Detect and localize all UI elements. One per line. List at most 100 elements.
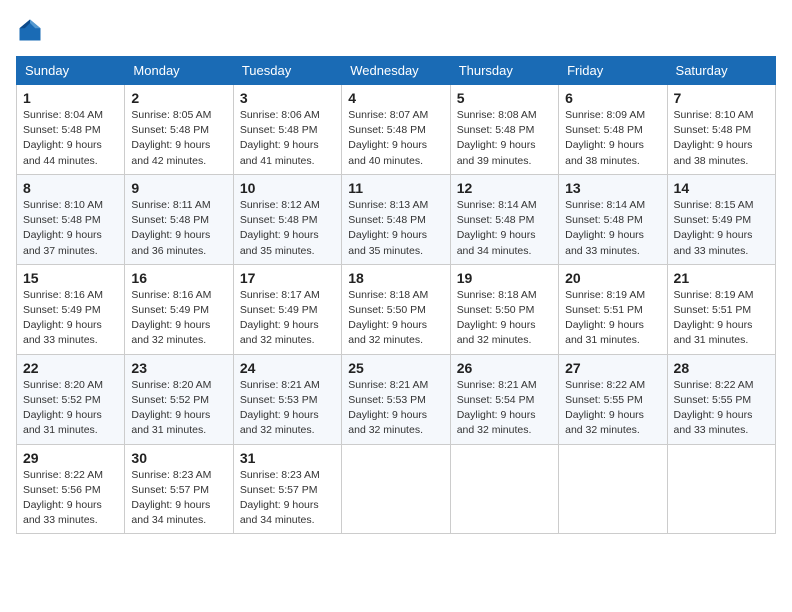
day-number: 21: [674, 270, 769, 286]
day-detail: Sunrise: 8:04 AM Sunset: 5:48 PM Dayligh…: [23, 109, 103, 167]
calendar-day-cell: 21 Sunrise: 8:19 AM Sunset: 5:51 PM Dayl…: [667, 264, 775, 354]
calendar-day-cell: 9 Sunrise: 8:11 AM Sunset: 5:48 PM Dayli…: [125, 174, 233, 264]
day-number: 15: [23, 270, 118, 286]
day-detail: Sunrise: 8:08 AM Sunset: 5:48 PM Dayligh…: [457, 109, 537, 167]
calendar-day-cell: 13 Sunrise: 8:14 AM Sunset: 5:48 PM Dayl…: [559, 174, 667, 264]
day-number: 20: [565, 270, 660, 286]
day-number: 29: [23, 450, 118, 466]
weekday-header-cell: Thursday: [450, 57, 558, 85]
calendar-day-cell: 25 Sunrise: 8:21 AM Sunset: 5:53 PM Dayl…: [342, 354, 450, 444]
day-detail: Sunrise: 8:23 AM Sunset: 5:57 PM Dayligh…: [131, 469, 211, 527]
calendar-day-cell: 23 Sunrise: 8:20 AM Sunset: 5:52 PM Dayl…: [125, 354, 233, 444]
day-number: 4: [348, 90, 443, 106]
weekday-header-cell: Sunday: [17, 57, 125, 85]
day-number: 19: [457, 270, 552, 286]
calendar-day-cell: 22 Sunrise: 8:20 AM Sunset: 5:52 PM Dayl…: [17, 354, 125, 444]
calendar-day-cell: 7 Sunrise: 8:10 AM Sunset: 5:48 PM Dayli…: [667, 85, 775, 175]
day-detail: Sunrise: 8:21 AM Sunset: 5:53 PM Dayligh…: [348, 379, 428, 437]
day-detail: Sunrise: 8:20 AM Sunset: 5:52 PM Dayligh…: [131, 379, 211, 437]
day-number: 26: [457, 360, 552, 376]
calendar-day-cell: 30 Sunrise: 8:23 AM Sunset: 5:57 PM Dayl…: [125, 444, 233, 534]
weekday-header-cell: Saturday: [667, 57, 775, 85]
day-number: 11: [348, 180, 443, 196]
day-detail: Sunrise: 8:18 AM Sunset: 5:50 PM Dayligh…: [348, 289, 428, 347]
day-detail: Sunrise: 8:19 AM Sunset: 5:51 PM Dayligh…: [674, 289, 754, 347]
day-detail: Sunrise: 8:12 AM Sunset: 5:48 PM Dayligh…: [240, 199, 320, 257]
day-number: 10: [240, 180, 335, 196]
day-number: 8: [23, 180, 118, 196]
calendar-day-cell: 5 Sunrise: 8:08 AM Sunset: 5:48 PM Dayli…: [450, 85, 558, 175]
calendar-day-cell: 4 Sunrise: 8:07 AM Sunset: 5:48 PM Dayli…: [342, 85, 450, 175]
day-detail: Sunrise: 8:11 AM Sunset: 5:48 PM Dayligh…: [131, 199, 210, 257]
weekday-header-cell: Tuesday: [233, 57, 341, 85]
day-detail: Sunrise: 8:09 AM Sunset: 5:48 PM Dayligh…: [565, 109, 645, 167]
day-detail: Sunrise: 8:14 AM Sunset: 5:48 PM Dayligh…: [457, 199, 537, 257]
weekday-header-cell: Wednesday: [342, 57, 450, 85]
day-number: 18: [348, 270, 443, 286]
calendar-week-row: 29 Sunrise: 8:22 AM Sunset: 5:56 PM Dayl…: [17, 444, 776, 534]
calendar-week-row: 15 Sunrise: 8:16 AM Sunset: 5:49 PM Dayl…: [17, 264, 776, 354]
calendar-day-cell: 26 Sunrise: 8:21 AM Sunset: 5:54 PM Dayl…: [450, 354, 558, 444]
calendar-day-cell: 20 Sunrise: 8:19 AM Sunset: 5:51 PM Dayl…: [559, 264, 667, 354]
day-number: 9: [131, 180, 226, 196]
day-detail: Sunrise: 8:13 AM Sunset: 5:48 PM Dayligh…: [348, 199, 428, 257]
calendar-day-cell: 1 Sunrise: 8:04 AM Sunset: 5:48 PM Dayli…: [17, 85, 125, 175]
weekday-header-cell: Monday: [125, 57, 233, 85]
day-detail: Sunrise: 8:16 AM Sunset: 5:49 PM Dayligh…: [131, 289, 211, 347]
calendar-day-cell: 8 Sunrise: 8:10 AM Sunset: 5:48 PM Dayli…: [17, 174, 125, 264]
day-number: 25: [348, 360, 443, 376]
day-number: 16: [131, 270, 226, 286]
day-number: 2: [131, 90, 226, 106]
day-number: 31: [240, 450, 335, 466]
day-number: 17: [240, 270, 335, 286]
day-detail: Sunrise: 8:19 AM Sunset: 5:51 PM Dayligh…: [565, 289, 645, 347]
day-number: 23: [131, 360, 226, 376]
calendar-day-cell: [667, 444, 775, 534]
day-number: 22: [23, 360, 118, 376]
calendar-body: 1 Sunrise: 8:04 AM Sunset: 5:48 PM Dayli…: [17, 85, 776, 534]
calendar-table: SundayMondayTuesdayWednesdayThursdayFrid…: [16, 56, 776, 534]
day-detail: Sunrise: 8:14 AM Sunset: 5:48 PM Dayligh…: [565, 199, 645, 257]
weekday-header-cell: Friday: [559, 57, 667, 85]
day-detail: Sunrise: 8:17 AM Sunset: 5:49 PM Dayligh…: [240, 289, 320, 347]
day-detail: Sunrise: 8:07 AM Sunset: 5:48 PM Dayligh…: [348, 109, 428, 167]
day-number: 1: [23, 90, 118, 106]
calendar-day-cell: 6 Sunrise: 8:09 AM Sunset: 5:48 PM Dayli…: [559, 85, 667, 175]
calendar-week-row: 22 Sunrise: 8:20 AM Sunset: 5:52 PM Dayl…: [17, 354, 776, 444]
day-number: 24: [240, 360, 335, 376]
calendar-day-cell: 15 Sunrise: 8:16 AM Sunset: 5:49 PM Dayl…: [17, 264, 125, 354]
day-number: 13: [565, 180, 660, 196]
day-number: 5: [457, 90, 552, 106]
calendar-day-cell: 10 Sunrise: 8:12 AM Sunset: 5:48 PM Dayl…: [233, 174, 341, 264]
day-detail: Sunrise: 8:10 AM Sunset: 5:48 PM Dayligh…: [674, 109, 754, 167]
calendar-day-cell: 27 Sunrise: 8:22 AM Sunset: 5:55 PM Dayl…: [559, 354, 667, 444]
calendar-day-cell: [559, 444, 667, 534]
day-detail: Sunrise: 8:21 AM Sunset: 5:53 PM Dayligh…: [240, 379, 320, 437]
day-detail: Sunrise: 8:21 AM Sunset: 5:54 PM Dayligh…: [457, 379, 537, 437]
calendar-day-cell: 28 Sunrise: 8:22 AM Sunset: 5:55 PM Dayl…: [667, 354, 775, 444]
calendar-day-cell: [342, 444, 450, 534]
day-number: 6: [565, 90, 660, 106]
day-number: 3: [240, 90, 335, 106]
day-number: 28: [674, 360, 769, 376]
calendar-day-cell: 12 Sunrise: 8:14 AM Sunset: 5:48 PM Dayl…: [450, 174, 558, 264]
day-number: 30: [131, 450, 226, 466]
day-detail: Sunrise: 8:18 AM Sunset: 5:50 PM Dayligh…: [457, 289, 537, 347]
day-detail: Sunrise: 8:22 AM Sunset: 5:55 PM Dayligh…: [674, 379, 754, 437]
day-detail: Sunrise: 8:22 AM Sunset: 5:56 PM Dayligh…: [23, 469, 103, 527]
calendar-day-cell: 19 Sunrise: 8:18 AM Sunset: 5:50 PM Dayl…: [450, 264, 558, 354]
day-number: 14: [674, 180, 769, 196]
day-detail: Sunrise: 8:10 AM Sunset: 5:48 PM Dayligh…: [23, 199, 103, 257]
page-header: [16, 16, 776, 44]
day-detail: Sunrise: 8:22 AM Sunset: 5:55 PM Dayligh…: [565, 379, 645, 437]
calendar-day-cell: 14 Sunrise: 8:15 AM Sunset: 5:49 PM Dayl…: [667, 174, 775, 264]
day-number: 27: [565, 360, 660, 376]
calendar-day-cell: 18 Sunrise: 8:18 AM Sunset: 5:50 PM Dayl…: [342, 264, 450, 354]
calendar-day-cell: 11 Sunrise: 8:13 AM Sunset: 5:48 PM Dayl…: [342, 174, 450, 264]
calendar-day-cell: 3 Sunrise: 8:06 AM Sunset: 5:48 PM Dayli…: [233, 85, 341, 175]
calendar-day-cell: 17 Sunrise: 8:17 AM Sunset: 5:49 PM Dayl…: [233, 264, 341, 354]
calendar-day-cell: 2 Sunrise: 8:05 AM Sunset: 5:48 PM Dayli…: [125, 85, 233, 175]
day-detail: Sunrise: 8:15 AM Sunset: 5:49 PM Dayligh…: [674, 199, 754, 257]
calendar-day-cell: 31 Sunrise: 8:23 AM Sunset: 5:57 PM Dayl…: [233, 444, 341, 534]
calendar-week-row: 1 Sunrise: 8:04 AM Sunset: 5:48 PM Dayli…: [17, 85, 776, 175]
